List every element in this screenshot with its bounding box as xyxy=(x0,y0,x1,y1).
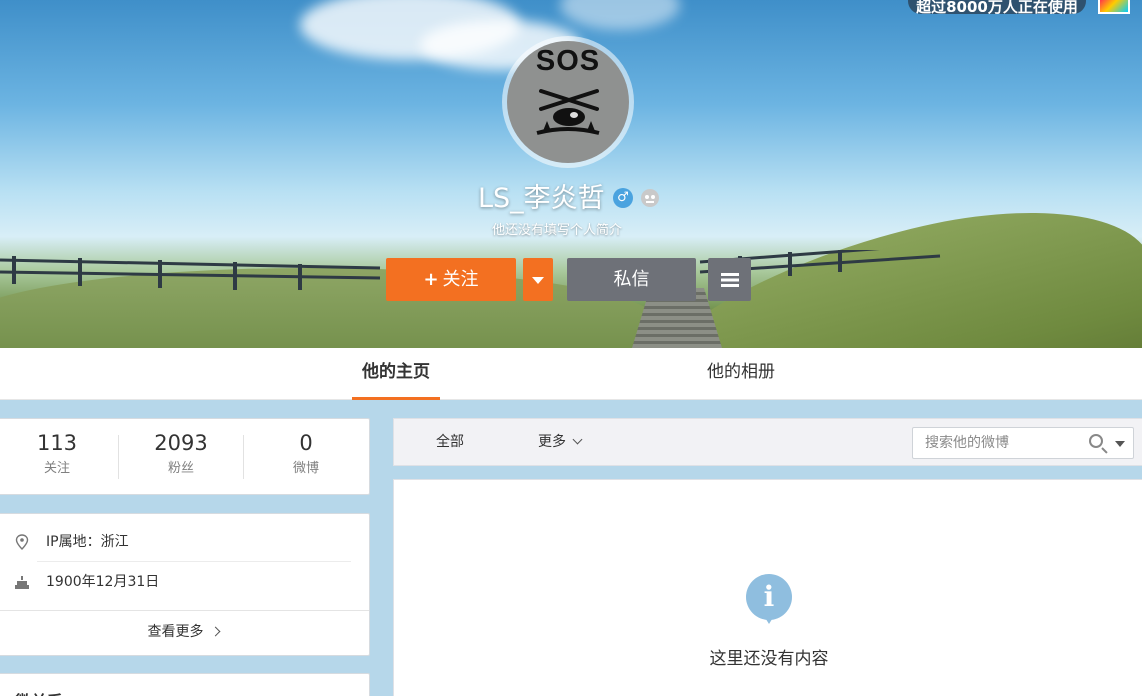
plus-icon: + xyxy=(423,269,439,290)
info-card: IP属地：浙江 1900年12月31日 查看更多 xyxy=(0,513,370,656)
stat-divider xyxy=(118,435,119,479)
tab-home[interactable]: 他的主页 xyxy=(352,348,440,400)
promo-pill[interactable]: 超过8000万人正在使用 xyxy=(908,0,1086,14)
stat-value: 113 xyxy=(36,431,78,455)
filter-more-label: 更多 xyxy=(538,434,566,450)
avatar[interactable]: SOS xyxy=(507,41,629,163)
member-badge-icon[interactable] xyxy=(641,189,659,207)
birthday-text: 1900年12月31日 xyxy=(46,574,160,590)
feed-panel: i 这里还没有内容 xyxy=(393,479,1142,696)
view-more-link[interactable]: 查看更多 xyxy=(0,611,369,656)
follow-label: 关注 xyxy=(442,269,479,290)
tab-album[interactable]: 他的相册 xyxy=(697,348,785,400)
info-icon: i xyxy=(746,574,792,624)
stat-value: 2093 xyxy=(154,431,208,455)
stat-label: 微博 xyxy=(292,461,319,476)
promo-text: 超过8000万人正在使用 xyxy=(916,0,1078,14)
hamburger-icon xyxy=(720,273,739,287)
location-pin-icon xyxy=(15,534,29,550)
stat-label: 关注 xyxy=(43,461,70,476)
search-icon[interactable] xyxy=(1089,434,1103,448)
follow-button[interactable]: + 关注 xyxy=(386,258,516,301)
feed-filter-bar: 全部 更多 xyxy=(393,418,1142,466)
profile-username: LS_李炎哲 xyxy=(478,183,605,214)
empty-state-message: 这里还没有内容 xyxy=(709,649,829,669)
more-menu-button[interactable] xyxy=(708,258,751,301)
profile-bio: 他还没有填写个人简介 xyxy=(492,223,623,238)
stat-posts[interactable]: 0 微博 xyxy=(246,431,366,476)
view-more-label: 查看更多 xyxy=(147,624,204,640)
search-input[interactable] xyxy=(913,428,1083,458)
birthday-cake-icon xyxy=(15,574,29,590)
relations-card: 微关系 xyxy=(0,673,370,696)
feed-search xyxy=(912,427,1134,459)
avatar-face-icon xyxy=(536,89,600,135)
app-icon[interactable] xyxy=(1098,0,1130,14)
stat-followers[interactable]: 2093 粉丝 xyxy=(121,431,241,476)
search-dropdown-icon[interactable] xyxy=(1115,441,1125,447)
chevron-right-icon xyxy=(210,626,220,637)
stat-value: 0 xyxy=(299,431,313,455)
info-row-birthday: 1900年12月31日 xyxy=(0,562,351,602)
filter-all[interactable]: 全部 xyxy=(436,419,464,465)
profile-tab-bar: 他的主页 他的相册 xyxy=(0,348,1142,400)
stat-label: 粉丝 xyxy=(167,461,194,476)
stat-following[interactable]: 113 关注 xyxy=(0,431,117,476)
chevron-down-icon xyxy=(572,434,583,445)
follow-dropdown-button[interactable] xyxy=(523,258,553,301)
ip-location-text: IP属地：浙江 xyxy=(46,534,129,550)
info-row-ip: IP属地：浙江 xyxy=(0,522,351,562)
filter-more[interactable]: 更多 xyxy=(538,419,583,465)
message-label: 私信 xyxy=(613,269,650,290)
message-button[interactable]: 私信 xyxy=(567,258,696,301)
stats-card: 113 关注 2093 粉丝 0 微博 xyxy=(0,418,370,495)
cover-cloud xyxy=(560,0,680,30)
caret-down-icon xyxy=(532,276,544,284)
gender-male-icon: ♂ xyxy=(613,188,633,208)
relations-card-title: 微关系 xyxy=(15,688,63,696)
stat-divider xyxy=(243,435,244,479)
